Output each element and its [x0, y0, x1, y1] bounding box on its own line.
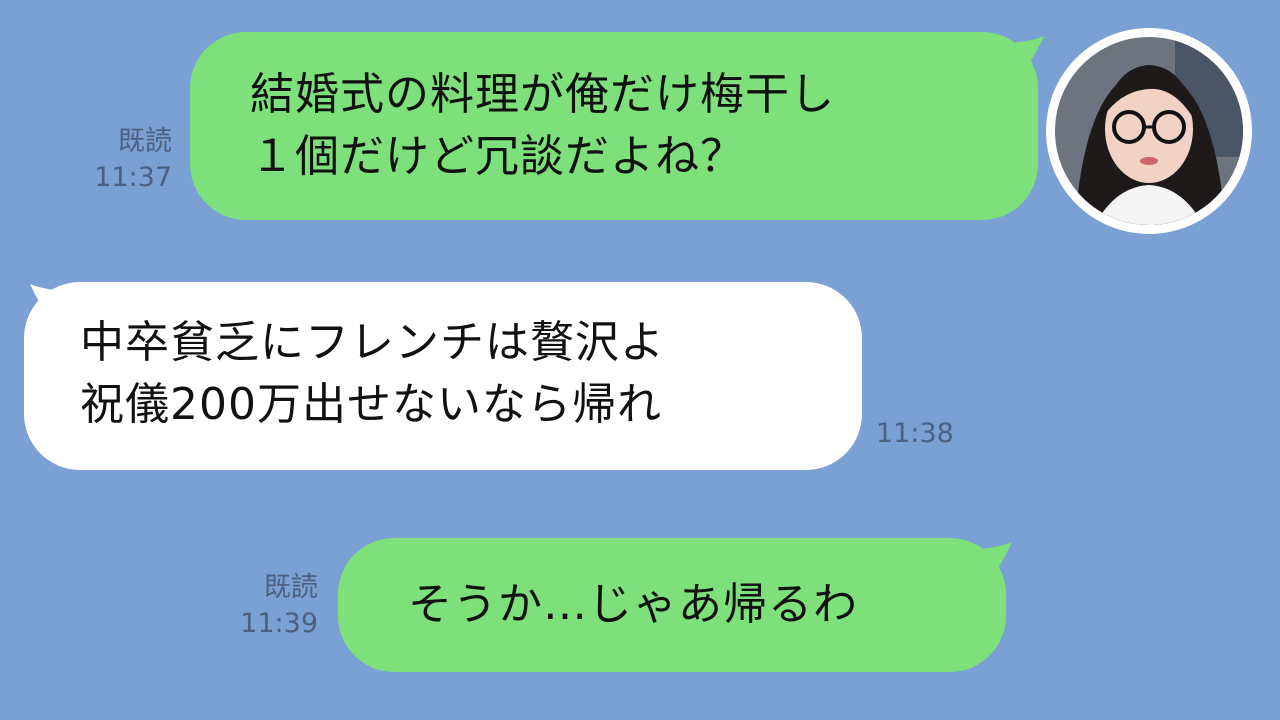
message-text-line: １個だけど冗談だよね？ — [250, 131, 745, 182]
message-text-line: そうか…じゃあ帰るわ — [408, 579, 858, 630]
message-text-line: 祝儀200万出せないなら帰れ — [80, 379, 662, 430]
message-meta: 既読 11:39 — [206, 570, 318, 642]
read-receipt: 既読 — [264, 572, 318, 603]
message-text-line: 中卒貧乏にフレンチは贅沢よ — [80, 317, 665, 368]
message-time: 11:37 — [94, 162, 172, 193]
read-receipt: 既読 — [118, 126, 172, 157]
message-time: 11:38 — [876, 418, 954, 449]
message-text-line: 結婚式の料理が俺だけ梅干し — [250, 69, 835, 120]
message-bubble-sent[interactable]: 結婚式の料理が俺だけ梅干し １個だけど冗談だよね？ — [190, 32, 1038, 220]
message-meta: 既読 11:37 — [60, 124, 172, 196]
message-bubble-sent[interactable]: そうか…じゃあ帰るわ — [338, 538, 1006, 672]
user-avatar-photo-icon — [1055, 37, 1243, 225]
message-meta: 11:38 — [876, 416, 986, 452]
chat-screen: 既読 11:37 結婚式の料理が俺だけ梅干し １個だけど冗談だよね？ 中卒貧乏に… — [0, 0, 1280, 720]
avatar[interactable] — [1046, 28, 1252, 234]
message-bubble-received[interactable]: 中卒貧乏にフレンチは贅沢よ 祝儀200万出せないなら帰れ — [24, 282, 862, 470]
message-time: 11:39 — [240, 608, 318, 639]
